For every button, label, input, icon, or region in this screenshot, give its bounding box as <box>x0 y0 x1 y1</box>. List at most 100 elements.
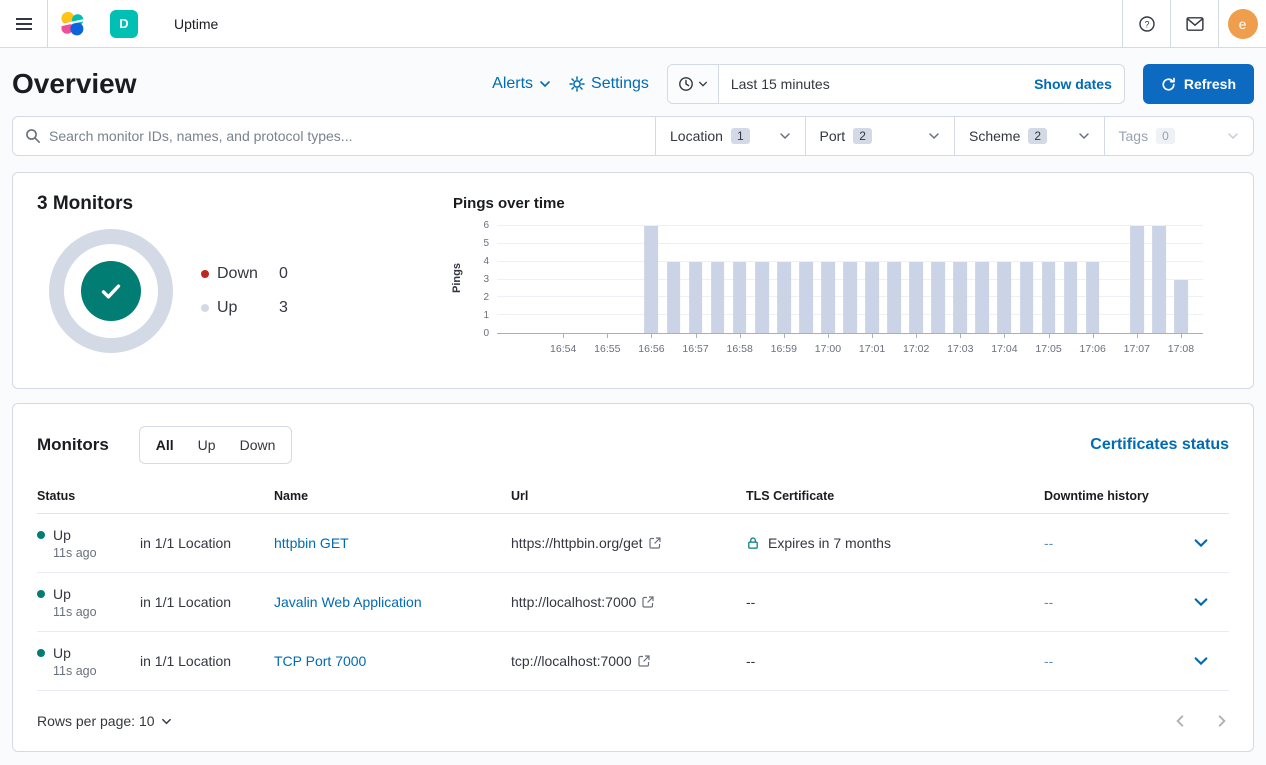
tab-down[interactable]: Down <box>228 427 288 463</box>
rows-per-page-button[interactable]: Rows per page: 10 <box>37 713 172 729</box>
breadcrumb[interactable]: Uptime <box>152 0 218 47</box>
status-ago: 11s ago <box>53 664 140 678</box>
downtime-cell: -- <box>1044 594 1187 610</box>
status-cell: Up 11s ago <box>37 586 140 619</box>
settings-button[interactable]: Settings <box>569 75 649 93</box>
help-button[interactable]: ? <box>1122 0 1170 47</box>
table-row: Up 11s ago in 1/1 Location Javalin Web A… <box>37 573 1229 632</box>
status-donut-chart <box>49 229 173 353</box>
ping-bar <box>1042 262 1056 333</box>
filter-location-button[interactable]: Location 1 <box>656 117 805 155</box>
ping-bar <box>689 262 703 333</box>
status-cell: Up 11s ago <box>37 527 140 560</box>
filter-scheme-label: Scheme <box>969 128 1020 144</box>
user-avatar: e <box>1228 9 1258 39</box>
down-value: 0 <box>279 265 288 283</box>
alerts-label: Alerts <box>492 75 533 93</box>
refresh-label: Refresh <box>1184 76 1236 92</box>
refresh-icon <box>1161 77 1176 92</box>
url-cell: tcp://localhost:7000 <box>511 653 746 669</box>
all-up-indicator <box>81 261 141 321</box>
ping-bar <box>975 262 989 333</box>
ping-bar <box>711 262 725 333</box>
chevron-down-icon <box>1078 130 1090 142</box>
url-cell: http://localhost:7000 <box>511 594 746 610</box>
monitor-name-link[interactable]: httpbin GET <box>274 535 511 551</box>
external-link-icon[interactable] <box>638 655 650 667</box>
elastic-logo[interactable] <box>48 0 96 47</box>
menu-button[interactable] <box>0 0 48 47</box>
status-ago: 11s ago <box>53 546 140 560</box>
ping-bar <box>887 262 901 333</box>
show-dates-button[interactable]: Show dates <box>1022 65 1124 103</box>
pings-chart-yaxis: 0123456 <box>467 226 493 334</box>
user-menu-button[interactable]: e <box>1218 0 1266 47</box>
col-url: Url <box>511 489 746 503</box>
lock-icon <box>746 536 760 550</box>
clock-icon <box>678 76 694 92</box>
rows-per-page-label: Rows per page: 10 <box>37 713 155 729</box>
help-icon: ? <box>1138 15 1156 33</box>
prev-page-button[interactable] <box>1173 714 1187 728</box>
search-box <box>12 116 656 156</box>
ping-bar <box>755 262 769 333</box>
external-link-icon[interactable] <box>649 537 661 549</box>
ping-bar <box>821 262 835 333</box>
newsfeed-button[interactable] <box>1170 0 1218 47</box>
chevron-down-icon <box>161 716 172 727</box>
pings-chart-ylabel: Pings <box>451 248 463 308</box>
ping-bar <box>733 262 747 333</box>
ping-bar <box>777 262 791 333</box>
up-status-dot-icon <box>37 649 45 657</box>
next-page-button[interactable] <box>1215 714 1229 728</box>
external-link-icon[interactable] <box>642 596 654 608</box>
uptime-overview-page: Overview Alerts Settings <box>0 48 1266 752</box>
url-cell: https://httpbin.org/get <box>511 535 746 551</box>
search-input[interactable] <box>49 128 643 144</box>
ping-bar <box>799 262 813 333</box>
tls-cell: Expires in 7 months <box>746 535 1044 551</box>
url-text: http://localhost:7000 <box>511 594 636 610</box>
tab-all[interactable]: All <box>144 427 186 463</box>
certificates-status-link[interactable]: Certificates status <box>1090 436 1229 454</box>
monitors-title: Monitors <box>37 435 109 455</box>
tls-cell: -- <box>746 653 1044 669</box>
downtime-cell: -- <box>1044 653 1187 669</box>
status-label: Up <box>53 645 71 661</box>
ping-bar <box>953 262 967 333</box>
down-label: Down <box>217 265 279 283</box>
filter-port-button[interactable]: Port 2 <box>805 117 955 155</box>
tab-up[interactable]: Up <box>186 427 228 463</box>
expand-row-button[interactable] <box>1187 529 1215 557</box>
chevron-down-icon <box>698 79 708 89</box>
date-picker: Last 15 minutes Show dates <box>667 64 1125 104</box>
quick-select-button[interactable] <box>668 65 719 103</box>
pings-chart-title: Pings over time <box>453 195 1229 212</box>
status-cell: Up 11s ago <box>37 645 140 678</box>
check-icon <box>98 278 124 304</box>
page-title: Overview <box>12 64 137 104</box>
up-label: Up <box>217 299 279 317</box>
pings-chart-xlabels: 16:5416:5516:5616:5716:5816:5917:0017:01… <box>497 334 1203 362</box>
monitor-name-link[interactable]: TCP Port 7000 <box>274 653 511 669</box>
location-cell: in 1/1 Location <box>140 594 274 610</box>
down-dot-icon <box>201 270 209 278</box>
hamburger-icon <box>16 17 32 31</box>
filter-scheme-button[interactable]: Scheme 2 <box>954 117 1104 155</box>
monitor-name-link[interactable]: Javalin Web Application <box>274 594 511 610</box>
status-ago: 11s ago <box>53 605 140 619</box>
refresh-button[interactable]: Refresh <box>1143 64 1254 104</box>
gear-icon <box>569 76 585 92</box>
expand-row-button[interactable] <box>1187 588 1215 616</box>
page-header: Overview Alerts Settings <box>12 48 1254 116</box>
ping-bar <box>1152 226 1166 333</box>
time-range-button[interactable]: Last 15 minutes <box>719 65 1022 103</box>
expand-row-button[interactable] <box>1187 647 1215 675</box>
space-switcher[interactable]: D <box>96 0 152 47</box>
ping-bar <box>667 262 681 333</box>
tls-text: Expires in 7 months <box>768 535 891 551</box>
filter-location-count: 1 <box>731 128 750 144</box>
filter-scheme-count: 2 <box>1028 128 1047 144</box>
pings-chart: Pings 0123456 16:5416:5516:5616:5716:581… <box>453 226 1229 362</box>
alerts-dropdown-button[interactable]: Alerts <box>492 75 551 93</box>
